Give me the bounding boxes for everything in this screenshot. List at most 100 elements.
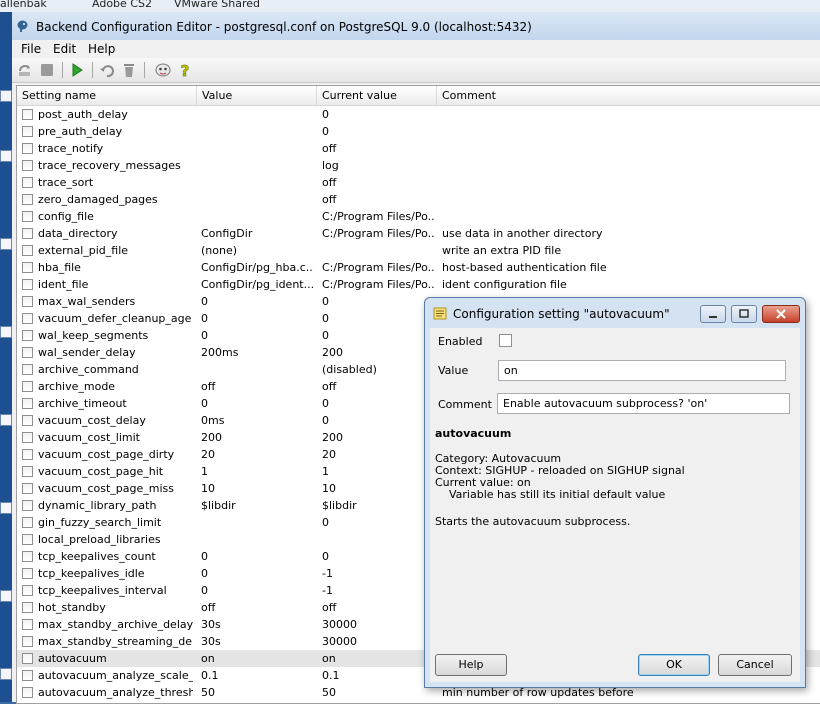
refresh-icon[interactable] [16, 61, 34, 79]
undo-icon[interactable] [98, 61, 116, 79]
row-checkbox[interactable] [22, 653, 33, 664]
row-checkbox[interactable] [22, 364, 33, 375]
row-checkbox[interactable] [22, 534, 33, 545]
maximize-icon [739, 309, 749, 318]
current-value-cell: 1 [322, 465, 329, 478]
row-checkbox[interactable] [22, 585, 33, 596]
row-checkbox[interactable] [22, 347, 33, 358]
row-checkbox[interactable] [22, 177, 33, 188]
row-checkbox[interactable] [22, 194, 33, 205]
row-checkbox[interactable] [22, 415, 33, 426]
row-checkbox[interactable] [22, 262, 33, 273]
menu-file[interactable]: File [21, 42, 41, 56]
row-checkbox[interactable] [22, 483, 33, 494]
desktop-top-strip: allenbak Adobe CS2 VMware Shared [0, 0, 820, 12]
desktop-shortcut-icon[interactable] [0, 150, 12, 162]
setting-name-cell: max_standby_archive_delay [38, 618, 193, 631]
row-checkbox[interactable] [22, 398, 33, 409]
desktop-icon-label[interactable]: allenbak [0, 0, 47, 10]
table-row[interactable]: external_pid_file (none) write an extra PI… [17, 242, 820, 259]
desktop-shortcut-icon[interactable] [0, 590, 12, 602]
table-row[interactable]: trace_notify off [17, 140, 820, 157]
svg-text:?: ? [181, 62, 190, 79]
row-checkbox[interactable] [22, 296, 33, 307]
value-input[interactable]: on [498, 360, 786, 381]
row-checkbox[interactable] [22, 670, 33, 681]
row-checkbox[interactable] [22, 568, 33, 579]
desktop-shortcut-icon[interactable] [0, 414, 12, 426]
desktop-shortcut-icon[interactable] [0, 668, 12, 680]
window-titlebar[interactable]: Backend Configuration Editor - postgresq… [12, 12, 820, 40]
row-checkbox[interactable] [22, 687, 33, 698]
table-row[interactable]: data_directory ConfigDir C:/Program Files/… [17, 225, 820, 242]
row-checkbox[interactable] [22, 143, 33, 154]
setting-name-cell: tcp_keepalives_interval [38, 584, 167, 597]
setting-name-cell: vacuum_cost_delay [38, 414, 146, 427]
dialog-titlebar[interactable]: Configuration setting "autovacuum" [425, 298, 805, 328]
value-cell [201, 174, 314, 191]
row-checkbox[interactable] [22, 160, 33, 171]
desktop-shortcut-icon[interactable] [0, 90, 12, 102]
table-row[interactable]: trace_recovery_messages log [17, 157, 820, 174]
table-row[interactable]: ident_file ConfigDir/pg_ident.... C:/Progr… [17, 276, 820, 293]
row-checkbox[interactable] [22, 500, 33, 511]
row-checkbox[interactable] [22, 313, 33, 324]
table-row[interactable]: config_file C:/Program Files/Po... [17, 208, 820, 225]
column-header-setting-name[interactable]: Setting name [17, 86, 197, 105]
help-button[interactable]: Help [435, 654, 507, 676]
row-checkbox[interactable] [22, 279, 33, 290]
minimize-button[interactable] [700, 305, 726, 323]
ok-button[interactable]: OK [638, 654, 710, 676]
comment-cell [442, 191, 817, 208]
row-checkbox[interactable] [22, 517, 33, 528]
column-header-current-value[interactable]: Current value [317, 86, 437, 105]
row-checkbox[interactable] [22, 245, 33, 256]
table-row[interactable]: pre_auth_delay 0 [17, 123, 820, 140]
desktop-shortcut-icon[interactable] [0, 502, 12, 514]
current-value-cell: (disabled) [322, 363, 377, 376]
execute-icon[interactable] [68, 61, 86, 79]
row-checkbox[interactable] [22, 602, 33, 613]
current-value-cell: off [322, 176, 337, 189]
row-checkbox[interactable] [22, 619, 33, 630]
current-value-cell: 0.1 [322, 669, 340, 682]
desktop-icon-label[interactable]: VMware Shared [174, 0, 260, 10]
close-button[interactable] [762, 305, 800, 323]
menu-edit[interactable]: Edit [53, 42, 76, 56]
delete-icon[interactable] [120, 61, 138, 79]
column-header-comment[interactable]: Comment [437, 86, 820, 105]
row-checkbox[interactable] [22, 109, 33, 120]
desktop-icon-label[interactable]: Adobe CS2 [92, 0, 152, 10]
row-checkbox[interactable] [22, 126, 33, 137]
comment-input[interactable]: Enable autovacuum subprocess? 'on' [497, 393, 790, 414]
row-checkbox[interactable] [22, 551, 33, 562]
row-checkbox[interactable] [22, 228, 33, 239]
desktop-shortcut-icon[interactable] [0, 238, 12, 250]
row-checkbox[interactable] [22, 211, 33, 222]
setting-name-cell: post_auth_delay [38, 108, 128, 121]
row-checkbox[interactable] [22, 636, 33, 647]
help-icon[interactable]: ? [176, 61, 194, 79]
current-value-cell: -1 [322, 584, 333, 597]
table-row[interactable]: hba_file ConfigDir/pg_hba.c... C:/Program … [17, 259, 820, 276]
table-row[interactable]: trace_sort off [17, 174, 820, 191]
desktop-shortcut-icon[interactable] [0, 326, 12, 338]
column-header-value[interactable]: Value [197, 86, 317, 105]
stop-icon[interactable] [38, 61, 56, 79]
menu-help[interactable]: Help [88, 42, 115, 56]
row-checkbox[interactable] [22, 449, 33, 460]
hint-icon[interactable] [154, 61, 172, 79]
row-checkbox[interactable] [22, 330, 33, 341]
maximize-button[interactable] [731, 305, 757, 323]
cancel-button[interactable]: Cancel [718, 654, 792, 676]
value-cell: 0 [201, 550, 208, 563]
current-value-cell: 0 [322, 516, 329, 529]
current-value-cell: C:/Program Files/Po... [322, 227, 435, 240]
row-checkbox[interactable] [22, 432, 33, 443]
table-row[interactable]: zero_damaged_pages off [17, 191, 820, 208]
row-checkbox[interactable] [22, 466, 33, 477]
row-checkbox[interactable] [22, 381, 33, 392]
setting-name-cell: vacuum_cost_page_dirty [38, 448, 175, 461]
table-row[interactable]: post_auth_delay 0 [17, 106, 820, 123]
enabled-checkbox[interactable] [499, 334, 512, 347]
